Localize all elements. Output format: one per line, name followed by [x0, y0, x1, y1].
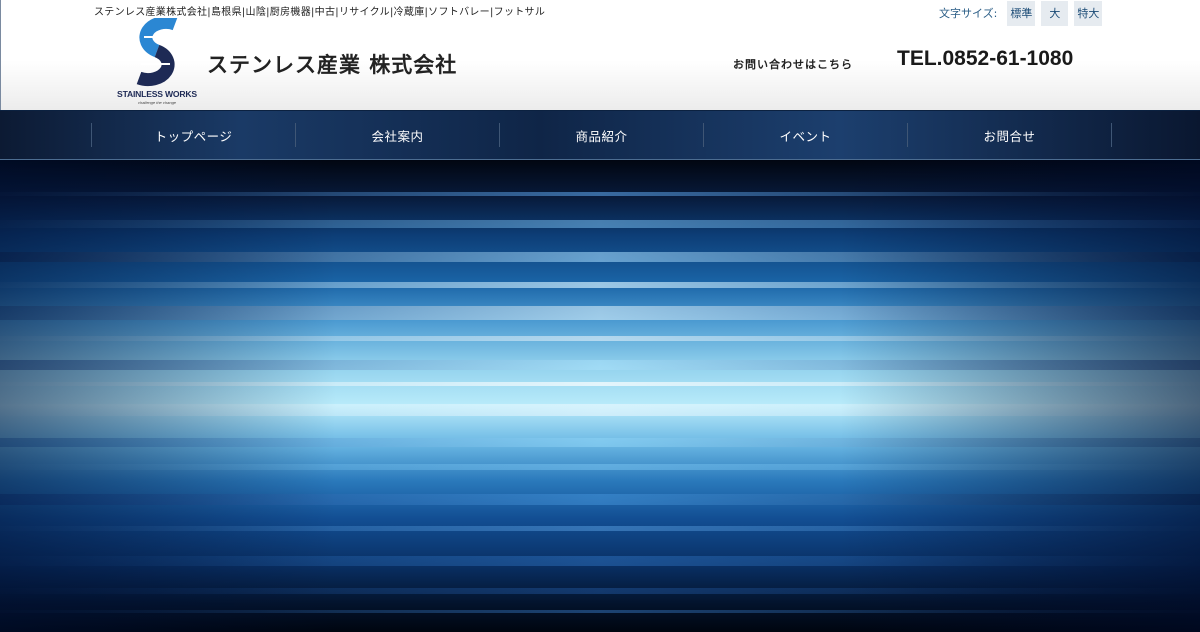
ss-logo-icon [136, 18, 178, 87]
nav-item-contact[interactable]: お問合せ [908, 123, 1112, 147]
font-size-switcher: 文字サイズ: 標準 大 特大 [939, 0, 1103, 26]
contact-link[interactable]: お問い合わせはこちら [733, 56, 853, 72]
nav-item-events[interactable]: イベント [704, 123, 908, 147]
nav-item-company[interactable]: 会社案内 [296, 123, 500, 147]
font-size-xlarge-button[interactable]: 特大 [1074, 0, 1103, 26]
font-size-standard-button[interactable]: 標準 [1007, 0, 1036, 26]
company-name[interactable]: ステンレス産業 株式会社 [207, 49, 457, 79]
logo-text: STAINLESS WORKS [117, 89, 197, 99]
seo-tagline: ステンレス産業株式会社|島根県|山陰|厨房機器|中古|リサイクル|冷蔵庫|ソフト… [94, 7, 546, 18]
logo-subtext: challenge the change [137, 100, 177, 105]
hero-banner [0, 160, 1200, 632]
phone-number[interactable]: TEL.0852-61-1080 [897, 47, 1073, 71]
site-header: ステンレス産業株式会社|島根県|山陰|厨房機器|中古|リサイクル|冷蔵庫|ソフト… [0, 0, 1200, 110]
nav-item-top[interactable]: トップページ [92, 123, 296, 147]
font-size-label: 文字サイズ: [939, 7, 998, 20]
company-logo[interactable]: STAINLESS WORKS challenge the change [109, 18, 205, 108]
font-size-large-button[interactable]: 大 [1041, 0, 1069, 26]
hero-vignette [0, 160, 1200, 632]
nav-item-products[interactable]: 商品紹介 [500, 123, 704, 147]
global-nav: トップページ 会社案内 商品紹介 イベント お問合せ [0, 110, 1200, 160]
